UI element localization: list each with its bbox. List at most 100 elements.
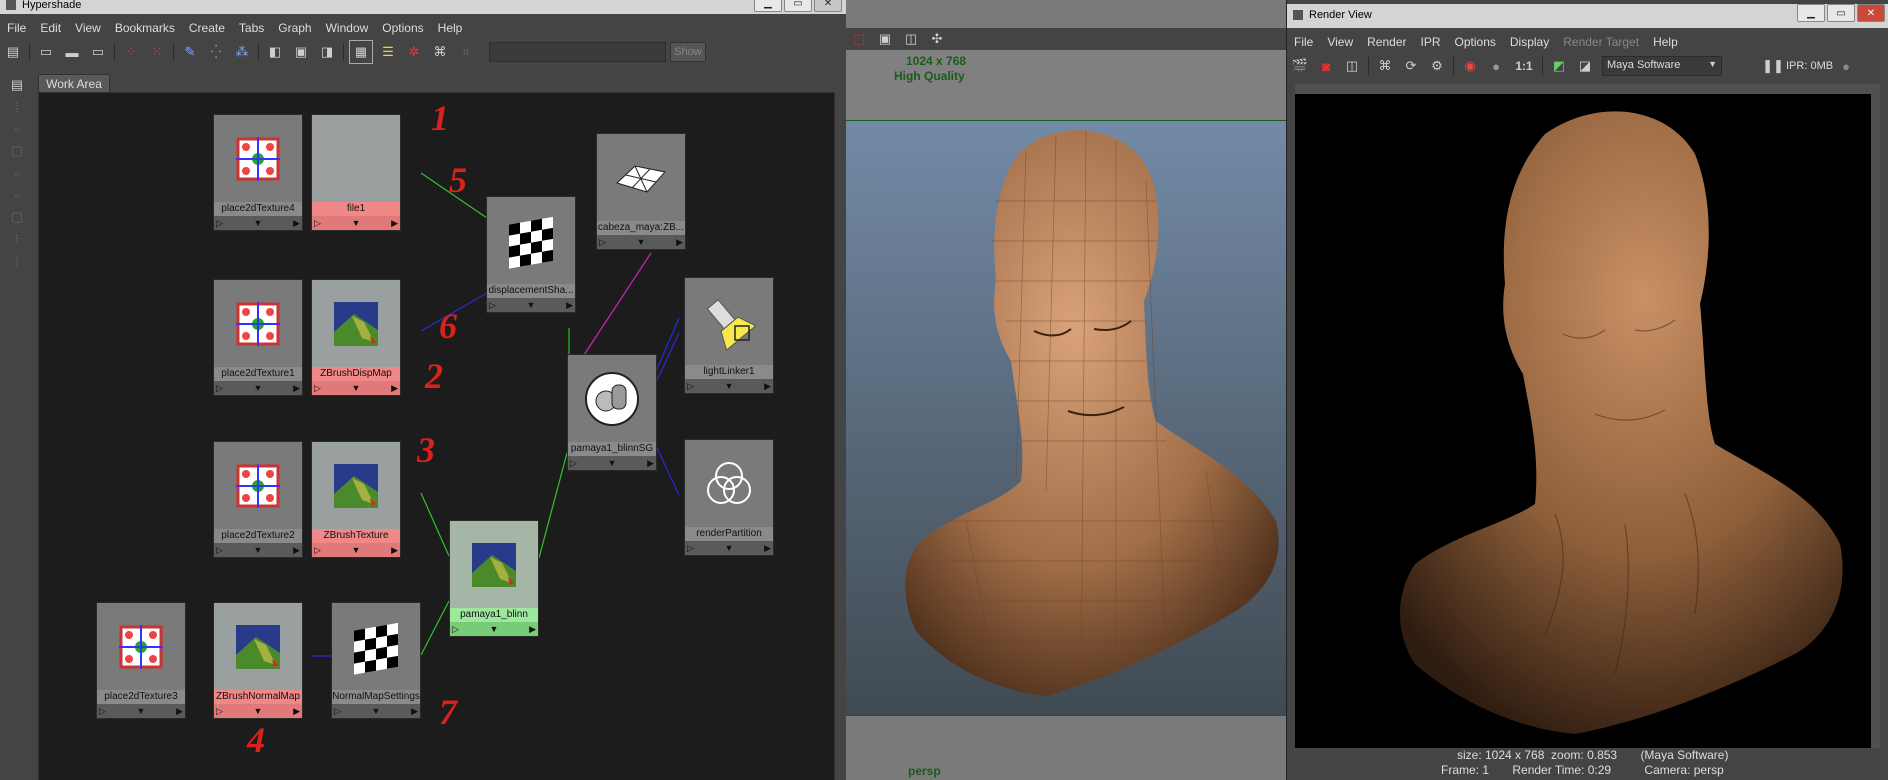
menu-view[interactable]: View	[1320, 35, 1360, 49]
node-ports[interactable]: ▷ ▼ ▶	[214, 543, 302, 557]
strip-icon-5[interactable]: ▫	[6, 162, 28, 184]
viewport-render-area[interactable]	[846, 121, 1286, 715]
graph-network-icon[interactable]: ⁘	[120, 41, 142, 63]
minimize-button[interactable]: ▁	[1797, 4, 1825, 22]
work-area-canvas[interactable]: place2dTexture4 ▷ ▼ ▶ file1 ▷ ▼ ▶ displaceme…	[38, 92, 835, 780]
strip-icon-6[interactable]: ▫	[6, 184, 28, 206]
menu-bookmarks[interactable]: Bookmarks	[108, 21, 182, 35]
ratio-button[interactable]: 1:1	[1511, 55, 1537, 77]
maximize-button[interactable]: ▭	[784, 0, 812, 12]
alpha-channel-icon[interactable]: ●	[1485, 55, 1507, 77]
share-icon[interactable]: ✣	[926, 28, 948, 50]
menu-view[interactable]: View	[68, 21, 108, 35]
render-canvas[interactable]	[1295, 84, 1880, 748]
hypershade-titlebar[interactable]: Hypershade ▁ ▭ ✕	[0, 0, 846, 14]
strip-icon-3[interactable]: ▫	[6, 118, 28, 140]
node-displacement-shader[interactable]: displacementSha... ▷ ▼ ▶	[486, 196, 576, 313]
render-view-titlebar[interactable]: Render View ▁ ▭ ✕	[1287, 4, 1888, 28]
strip-icon-1[interactable]: ▤	[6, 74, 28, 96]
pause-icon[interactable]: ❚❚	[1762, 55, 1784, 77]
node-ports[interactable]: ▷ ▼ ▶	[214, 704, 302, 718]
menu-graph[interactable]: Graph	[271, 21, 318, 35]
render-settings-icon[interactable]: ⚙	[1426, 55, 1448, 77]
strip-icon-9[interactable]: ⁞	[6, 250, 28, 272]
clear-graph-icon[interactable]: ✎	[179, 41, 201, 63]
node-ports[interactable]: ▷ ▼ ▶	[597, 235, 685, 249]
layout-bottom-icon[interactable]: ▭	[87, 41, 109, 63]
render-region-icon[interactable]: ◙	[1315, 55, 1337, 77]
render-clapper-icon[interactable]: 🎬	[1289, 55, 1311, 77]
menu-create[interactable]: Create	[182, 21, 232, 35]
menu-options[interactable]: Options	[375, 21, 430, 35]
menu-file[interactable]: File	[0, 21, 33, 35]
menu-window[interactable]: Window	[319, 21, 376, 35]
node-zbrushdispmap[interactable]: ZBrushDispMap ▷ ▼ ▶	[311, 279, 401, 396]
menu-help[interactable]: Help	[1646, 35, 1685, 49]
menu-options[interactable]: Options	[1448, 35, 1503, 49]
node-ports[interactable]: ▷ ▼ ▶	[487, 298, 575, 312]
menu-render[interactable]: Render	[1360, 35, 1413, 49]
node-ports[interactable]: ▷ ▼ ▶	[312, 543, 400, 557]
layout-split-icon[interactable]: ▬	[61, 41, 83, 63]
maximize-button[interactable]: ▭	[1827, 4, 1855, 22]
keep-image-icon[interactable]: ◩	[1548, 55, 1570, 77]
node-lightlinker1[interactable]: lightLinker1 ▷ ▼ ▶	[684, 277, 774, 394]
ipr-render-icon[interactable]: ⌘	[1374, 55, 1396, 77]
hierarchy-icon[interactable]: ⌘	[429, 41, 451, 63]
node-pamaya1-blinn[interactable]: pamaya1_blinn ▷ ▼ ▶	[449, 520, 539, 637]
node-ports[interactable]: ▷ ▼ ▶	[450, 622, 538, 636]
node-file1[interactable]: file1 ▷ ▼ ▶	[311, 114, 401, 231]
node-renderpartition[interactable]: renderPartition ▷ ▼ ▶	[684, 439, 774, 556]
node-place2dtexture1[interactable]: place2dTexture1 ▷ ▼ ▶	[213, 279, 303, 396]
node-cabeza-mesh[interactable]: cabeza_maya:ZB... ▷ ▼ ▶	[596, 133, 686, 250]
strip-icon-2[interactable]: ⁞	[6, 96, 28, 118]
menu-help[interactable]: Help	[431, 21, 470, 35]
layout-top-icon[interactable]: ▭	[35, 41, 57, 63]
toggle-panel-icon[interactable]: ▤	[2, 41, 24, 63]
select-camera-icon[interactable]: ⬚	[848, 28, 870, 50]
work-area-tab[interactable]: Work Area	[38, 74, 110, 93]
remove-image-icon[interactable]: ◪	[1574, 55, 1596, 77]
node-ports[interactable]: ▷ ▼ ▶	[332, 704, 420, 718]
frame-mid-icon[interactable]: ▣	[290, 41, 312, 63]
render-node-icon[interactable]: ✲	[403, 41, 425, 63]
node-ports[interactable]: ▷ ▼ ▶	[685, 379, 773, 393]
close-button[interactable]: ✕	[814, 0, 842, 12]
graph-upstream-icon[interactable]: ⁛	[205, 41, 227, 63]
menu-tabs[interactable]: Tabs	[232, 21, 271, 35]
show-button[interactable]: Show	[670, 42, 706, 62]
frame-right-icon[interactable]: ◨	[316, 41, 338, 63]
graph-downstream-icon[interactable]: ⁂	[231, 41, 253, 63]
snapshot-icon[interactable]: ◫	[1341, 55, 1363, 77]
attribute-icon[interactable]: ☰	[377, 41, 399, 63]
menu-edit[interactable]: Edit	[33, 21, 68, 35]
refresh-icon[interactable]: ⟳	[1400, 55, 1422, 77]
layout-icon[interactable]: ◫	[900, 28, 922, 50]
node-place2dtexture2[interactable]: place2dTexture2 ▷ ▼ ▶	[213, 441, 303, 558]
node-ports[interactable]: ▷ ▼ ▶	[214, 216, 302, 230]
node-ports[interactable]: ▷ ▼ ▶	[568, 456, 656, 470]
rgb-channel-icon[interactable]: ◉	[1459, 55, 1481, 77]
node-ports[interactable]: ▷ ▼ ▶	[97, 704, 185, 718]
cube-icon[interactable]: ▣	[874, 28, 896, 50]
node-zbrushnormalmap[interactable]: ZBrushNormalMap ▷ ▼ ▶	[213, 602, 303, 719]
node-place2dtexture3[interactable]: place2dTexture3 ▷ ▼ ▶	[96, 602, 186, 719]
node-zbrushtexture[interactable]: ZBrushTexture ▷ ▼ ▶	[311, 441, 401, 558]
node-normalmapsettings[interactable]: NormalMapSettings ▷ ▼ ▶	[331, 602, 421, 719]
search-field[interactable]	[489, 42, 666, 62]
strip-icon-4[interactable]: ▢	[6, 140, 28, 162]
menu-file[interactable]: File	[1287, 35, 1320, 49]
close-button[interactable]: ✕	[1857, 4, 1885, 22]
node-ports[interactable]: ▷ ▼ ▶	[312, 381, 400, 395]
graph-tree-icon[interactable]: ⁙	[146, 41, 168, 63]
node-ports[interactable]: ▷ ▼ ▶	[312, 216, 400, 230]
node-place2dtexture4[interactable]: place2dTexture4 ▷ ▼ ▶	[213, 114, 303, 231]
strip-icon-8[interactable]: ⁝	[6, 228, 28, 250]
minimize-button[interactable]: ▁	[754, 0, 782, 12]
node-ports[interactable]: ▷ ▼ ▶	[214, 381, 302, 395]
strip-icon-7[interactable]: ▢	[6, 206, 28, 228]
swatch-toggle-icon[interactable]: ▦	[349, 40, 373, 64]
menu-display[interactable]: Display	[1503, 35, 1556, 49]
menu-ipr[interactable]: IPR	[1414, 35, 1448, 49]
renderer-dropdown[interactable]: Maya Software ▼	[1602, 56, 1722, 76]
